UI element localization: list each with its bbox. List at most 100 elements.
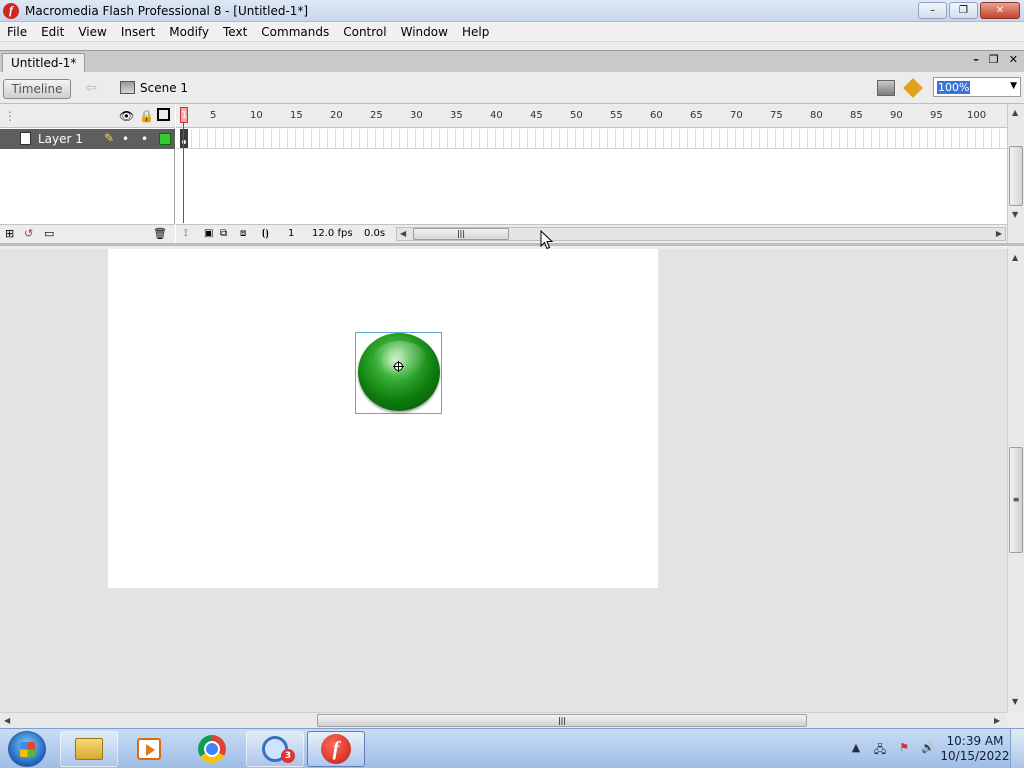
timeline-horizontal-scrollbar[interactable]: ◀ ||| ▶: [396, 227, 1006, 241]
lock-dot[interactable]: •: [141, 132, 148, 146]
scroll-down-arrow-icon[interactable]: ▼: [1012, 210, 1018, 219]
ruler-tick: 20: [330, 110, 343, 121]
outline-icon[interactable]: [157, 108, 170, 121]
scroll-thumb[interactable]: [1009, 146, 1023, 206]
ruler-tick: 55: [610, 110, 623, 121]
media-player-icon: [137, 738, 161, 760]
show-desktop-button[interactable]: [1010, 729, 1024, 768]
frames-area: 1 5 10 15 20 25 30 35 40 45 50 55 60 65 …: [176, 104, 1007, 243]
edit-multiple-frames-icon[interactable]: ⧈: [240, 226, 246, 242]
taskbar-chrome[interactable]: [183, 731, 241, 767]
insert-layer-icon[interactable]: ⊞: [5, 227, 14, 240]
timeline-status-bar: ⟟ ▣ ⧉ ⧈ ⦗⦘ 1 12.0 fps 0.0s ◀ ||| ▶: [176, 224, 1007, 243]
menu-modify[interactable]: Modify: [162, 25, 216, 39]
visibility-dot[interactable]: •: [122, 132, 129, 146]
onion-skin-icon[interactable]: ▣: [204, 226, 213, 242]
layer-name[interactable]: Layer 1: [38, 132, 83, 146]
green-button-symbol[interactable]: [358, 333, 440, 411]
elapsed-time: 0.0s: [364, 228, 386, 239]
work-area[interactable]: [0, 249, 1024, 712]
document-restore-button[interactable]: ❐: [989, 53, 999, 66]
eye-icon[interactable]: 👁: [119, 109, 134, 123]
zoom-value[interactable]: 100%: [937, 80, 971, 94]
menu-view[interactable]: View: [71, 25, 113, 39]
zoom-select[interactable]: 100% ▼: [933, 77, 1021, 97]
scroll-thumb[interactable]: |||: [317, 714, 807, 727]
menu-window[interactable]: Window: [394, 25, 455, 39]
taskbar-explorer[interactable]: [60, 731, 118, 767]
layer-row[interactable]: Layer 1 ✎ • •: [0, 129, 175, 149]
modify-onion-markers-icon[interactable]: ⦗⦘: [262, 226, 269, 242]
back-arrow-icon[interactable]: ⇦: [80, 78, 102, 98]
document-close-button[interactable]: ✕: [1009, 53, 1018, 66]
ruler-tick: 85: [850, 110, 863, 121]
stage-horizontal-scrollbar[interactable]: ◀ ||| ▶: [0, 712, 1007, 728]
onion-skin-outlines-icon[interactable]: ⧉: [220, 226, 227, 242]
symbol-bounding-box[interactable]: [355, 332, 442, 414]
scroll-up-arrow-icon[interactable]: ▲: [1012, 253, 1018, 262]
scroll-left-arrow-icon[interactable]: ◀: [4, 716, 10, 725]
stage-vertical-scrollbar[interactable]: ▲ ≡ ▼: [1007, 249, 1024, 712]
scroll-up-arrow-icon[interactable]: ▲: [1012, 108, 1018, 117]
frame-rate[interactable]: 12.0 fps: [312, 226, 353, 242]
ruler-tick: 100: [967, 110, 987, 121]
grip-icon: ⋮: [4, 109, 16, 123]
document-minimize-button[interactable]: –: [973, 53, 979, 66]
maximize-button[interactable]: ❐: [949, 2, 978, 19]
edit-scene-icon[interactable]: [903, 78, 924, 98]
menu-control[interactable]: Control: [336, 25, 393, 39]
timeline-toggle-button[interactable]: Timeline: [3, 79, 71, 99]
ruler-tick: 40: [490, 110, 503, 121]
layer-header: ⋮ 👁 🔒: [0, 104, 175, 128]
scroll-right-arrow-icon[interactable]: ▶: [994, 716, 1000, 725]
chevron-down-icon[interactable]: ▼: [1010, 81, 1017, 91]
system-tray: ▲ 🖧 ⚑ 🔊 10:39 AM 10/15/2022: [844, 729, 1024, 768]
start-button[interactable]: [8, 731, 46, 767]
minimize-button[interactable]: –: [918, 2, 947, 19]
menu-commands[interactable]: Commands: [254, 25, 336, 39]
scroll-down-arrow-icon[interactable]: ▼: [1012, 697, 1018, 706]
frame-ruler[interactable]: 1 5 10 15 20 25 30 35 40 45 50 55 60 65 …: [176, 104, 1007, 128]
layer-outline-color-box[interactable]: [159, 133, 171, 145]
menu-text[interactable]: Text: [216, 25, 254, 39]
clock-time: 10:39 AM: [946, 734, 1004, 748]
edit-symbols-icon[interactable]: [877, 80, 895, 96]
ruler-tick: 45: [530, 110, 543, 121]
scroll-thumb[interactable]: ≡: [1009, 447, 1023, 553]
menu-edit[interactable]: Edit: [34, 25, 71, 39]
ruler-tick: 50: [570, 110, 583, 121]
volume-icon[interactable]: 🔊: [919, 741, 937, 757]
show-hidden-icons-icon[interactable]: ▲: [847, 741, 865, 757]
taskbar-flash[interactable]: f: [307, 731, 365, 767]
menu-insert[interactable]: Insert: [114, 25, 162, 39]
timeline-vertical-scrollbar[interactable]: ▲ ▼: [1007, 104, 1024, 243]
scroll-right-arrow-icon[interactable]: ▶: [996, 229, 1002, 238]
stage[interactable]: [108, 249, 658, 588]
flash-app-icon[interactable]: f: [3, 2, 19, 19]
menu-bar: File Edit View Insert Modify Text Comman…: [0, 22, 1024, 42]
lock-icon[interactable]: 🔒: [139, 109, 154, 123]
add-motion-guide-icon[interactable]: ↺: [24, 227, 33, 240]
scroll-thumb[interactable]: |||: [413, 228, 509, 240]
menu-file[interactable]: File: [0, 25, 34, 39]
window-controls: – ❐ ✕: [916, 2, 1020, 19]
layer-icon: [20, 132, 31, 145]
ruler-tick: 5: [210, 110, 217, 121]
trash-icon[interactable]: 🗑: [153, 227, 167, 240]
close-button[interactable]: ✕: [980, 2, 1020, 19]
insert-layer-folder-icon[interactable]: ▭: [44, 227, 54, 240]
scroll-left-arrow-icon[interactable]: ◀: [400, 229, 406, 238]
taskbar-media-player[interactable]: [120, 731, 178, 767]
document-tab[interactable]: Untitled-1*: [2, 53, 86, 73]
action-center-icon[interactable]: ⚑: [895, 741, 913, 757]
keyframe[interactable]: [180, 129, 188, 148]
taskbar-magnifier[interactable]: 3: [246, 731, 304, 767]
menu-help[interactable]: Help: [455, 25, 496, 39]
layer-frames-row[interactable]: [176, 129, 1007, 149]
window-title: Macromedia Flash Professional 8 - [Untit…: [25, 3, 309, 18]
scene-label[interactable]: Scene 1: [140, 81, 188, 95]
network-icon[interactable]: 🖧: [871, 741, 889, 757]
center-frame-icon[interactable]: ⟟: [184, 226, 188, 242]
flash-icon: f: [321, 734, 351, 764]
clock[interactable]: 10:39 AM 10/15/2022: [940, 734, 1010, 764]
